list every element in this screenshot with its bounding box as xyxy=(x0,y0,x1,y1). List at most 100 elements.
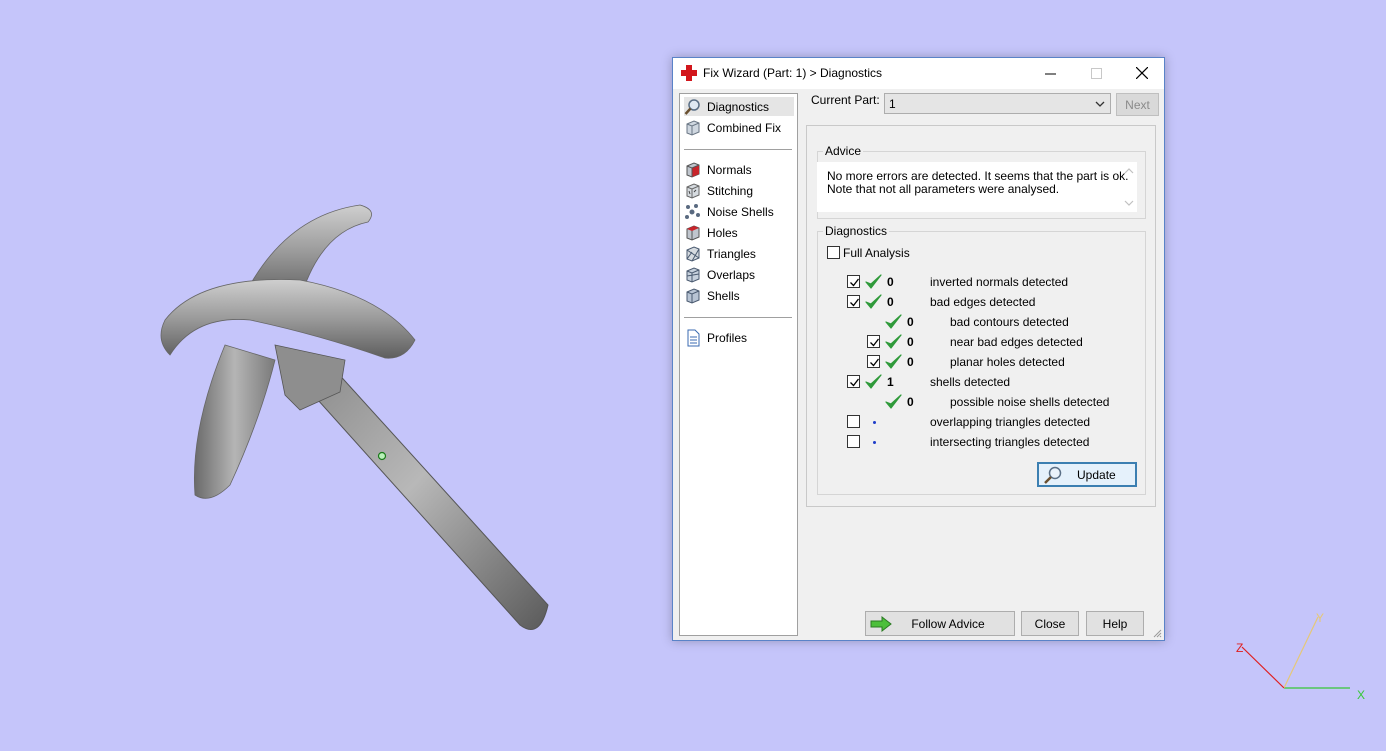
diagnostic-count: 1 xyxy=(887,375,894,389)
checkmark-icon xyxy=(850,278,860,287)
nav-label-profiles: Profiles xyxy=(707,330,748,345)
nav-item-diagnostics[interactable]: Diagnostics xyxy=(684,97,794,116)
update-button[interactable]: Update xyxy=(1037,462,1137,487)
follow-advice-button[interactable]: Follow Advice xyxy=(865,611,1015,636)
follow-advice-label: Follow Advice xyxy=(911,616,985,631)
overlaps-cube-icon xyxy=(686,266,700,283)
nav-item-normals[interactable]: Normals xyxy=(684,160,794,179)
checkmark-icon xyxy=(850,378,860,387)
maximize-icon xyxy=(1090,67,1102,79)
magnifier-icon xyxy=(684,98,700,115)
minimize-button[interactable] xyxy=(1027,58,1073,88)
axis-x-label: X xyxy=(1357,688,1365,702)
diagnostic-label: possible noise shells detected xyxy=(950,395,1110,409)
nav-label-triangles: Triangles xyxy=(707,246,756,261)
diagnostic-label: near bad edges detected xyxy=(950,335,1083,349)
close-button-label: Close xyxy=(1034,616,1066,631)
maximize-button xyxy=(1073,58,1119,88)
chevron-down-icon xyxy=(1095,101,1105,107)
wizard-nav: Diagnostics Combined Fix Normals Stitchi… xyxy=(679,93,798,636)
diagnostic-label: planar holes detected xyxy=(950,355,1065,369)
nav-separator xyxy=(684,149,792,150)
update-button-label: Update xyxy=(1077,468,1116,482)
stitching-cube-icon xyxy=(686,182,700,199)
close-window-button[interactable] xyxy=(1119,58,1165,88)
nav-item-holes[interactable]: Holes xyxy=(684,223,794,242)
advice-scrollbar[interactable] xyxy=(1122,164,1136,210)
diagnostic-label: intersecting triangles detected xyxy=(930,435,1090,449)
red-cross-icon xyxy=(681,65,697,81)
status-ok-icon xyxy=(884,333,902,351)
diagnostic-count: 0 xyxy=(887,275,894,289)
holes-cube-icon xyxy=(686,224,700,241)
status-ok-icon xyxy=(884,313,902,331)
cube-icon xyxy=(686,119,700,136)
nav-item-noise-shells[interactable]: Noise Shells xyxy=(684,202,794,221)
nav-item-triangles[interactable]: Triangles xyxy=(684,244,794,263)
status-ok-icon xyxy=(884,353,902,371)
current-part-label: Current Part: xyxy=(811,93,880,107)
scroll-down-icon xyxy=(1124,200,1134,206)
resize-grip-icon[interactable] xyxy=(1152,628,1162,638)
nav-item-shells[interactable]: Shells xyxy=(684,286,794,305)
diagnostic-label: inverted normals detected xyxy=(930,275,1069,289)
close-button[interactable]: Close xyxy=(1021,611,1079,636)
nav-item-overlaps[interactable]: Overlaps xyxy=(684,265,794,284)
status-not-analysed-icon xyxy=(873,441,876,444)
diagnostic-count: 0 xyxy=(907,395,914,409)
diagnostic-count: 0 xyxy=(907,315,914,329)
pivot-point-marker xyxy=(377,451,387,461)
arrow-right-icon xyxy=(870,616,892,632)
diagnostic-count: 0 xyxy=(907,355,914,369)
diagnostic-label: bad contours detected xyxy=(950,315,1069,329)
nav-label-stitching: Stitching xyxy=(707,183,754,198)
diagnostic-checkbox[interactable] xyxy=(847,295,860,308)
diagnostic-label: overlapping triangles detected xyxy=(930,415,1091,429)
diagnostic-checkbox[interactable] xyxy=(847,415,860,428)
advice-line-2: Note that not all parameters were analys… xyxy=(827,182,1060,196)
diagnostic-count: 0 xyxy=(907,335,914,349)
nav-label-noise-shells: Noise Shells xyxy=(707,204,774,219)
fix-wizard-dialog: Fix Wizard (Part: 1) > Diagnostics Diagn… xyxy=(672,57,1165,641)
help-button-label: Help xyxy=(1102,616,1128,631)
next-button[interactable]: Next xyxy=(1116,93,1159,116)
nav-separator xyxy=(684,317,792,318)
axis-y-label: Y xyxy=(1316,611,1324,625)
status-ok-icon xyxy=(864,373,882,391)
diagnostic-checkbox[interactable] xyxy=(847,375,860,388)
checkmark-icon xyxy=(870,338,880,347)
window-title: Fix Wizard (Part: 1) > Diagnostics xyxy=(703,66,883,80)
noise-shells-icon xyxy=(685,203,700,219)
nav-label-combined-fix: Combined Fix xyxy=(707,120,782,135)
status-not-analysed-icon xyxy=(873,421,876,424)
full-analysis-checkbox[interactable] xyxy=(827,246,840,259)
diagnostic-checkbox[interactable] xyxy=(867,335,880,348)
title-bar[interactable]: Fix Wizard (Part: 1) > Diagnostics xyxy=(673,58,1164,89)
shells-cube-icon xyxy=(686,287,700,304)
advice-text-box[interactable]: No more errors are detected. It seems th… xyxy=(817,162,1137,212)
diagnostics-group-title: Diagnostics xyxy=(823,224,890,238)
current-part-value: 1 xyxy=(889,97,896,111)
diagnostic-checkbox[interactable] xyxy=(867,355,880,368)
nav-label-shells: Shells xyxy=(707,288,740,303)
nav-label-diagnostics: Diagnostics xyxy=(707,99,770,114)
nav-label-overlaps: Overlaps xyxy=(707,267,756,282)
nav-item-combined-fix[interactable]: Combined Fix xyxy=(684,118,794,137)
minimize-icon xyxy=(1044,73,1056,74)
advice-group-title: Advice xyxy=(823,144,864,158)
diagnostic-count: 0 xyxy=(887,295,894,309)
status-ok-icon xyxy=(884,393,902,411)
axis-triad: X Y Z xyxy=(1230,605,1370,705)
nav-item-stitching[interactable]: Stitching xyxy=(684,181,794,200)
axis-z-label: Z xyxy=(1236,641,1243,655)
diagnostic-checkbox[interactable] xyxy=(847,435,860,448)
nav-label-normals: Normals xyxy=(707,162,752,177)
checkmark-icon xyxy=(870,358,880,367)
current-part-select[interactable]: 1 xyxy=(884,93,1111,114)
help-button[interactable]: Help xyxy=(1086,611,1144,636)
diagnostic-checkbox[interactable] xyxy=(847,275,860,288)
diagnostic-label: shells detected xyxy=(930,375,1011,389)
nav-item-profiles[interactable]: Profiles xyxy=(684,328,794,347)
status-ok-icon xyxy=(864,293,882,311)
diagnostic-label: bad edges detected xyxy=(930,295,1036,309)
